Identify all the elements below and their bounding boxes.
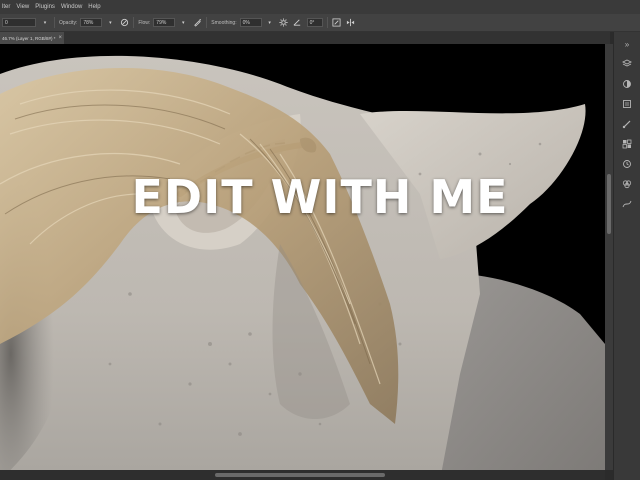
close-icon[interactable]: ×: [58, 35, 64, 41]
chevron-down-icon[interactable]: ▾: [265, 18, 275, 28]
smoothing-label: Smoothing:: [211, 19, 237, 26]
channels-icon[interactable]: [621, 178, 633, 190]
flow-value: 79%: [156, 19, 167, 26]
opacity-field[interactable]: 78%: [80, 18, 103, 27]
brush-icon[interactable]: [621, 118, 633, 130]
brush-size-field[interactable]: 0: [2, 18, 36, 27]
menu-item-help[interactable]: Help: [88, 4, 100, 10]
tool-options-bar: 0 ▾ Opacity: 78% ▾ Flow: 79% ▾ Smoothing…: [0, 14, 640, 32]
flow-control: Flow: 79% ▾: [138, 18, 188, 28]
properties-icon[interactable]: [621, 98, 633, 110]
horizontal-scrollbar[interactable]: [0, 470, 605, 480]
vertical-scrollbar[interactable]: [605, 44, 613, 470]
smoothing-control: Smoothing: 0% ▾: [211, 18, 274, 28]
divider: [206, 17, 208, 28]
smoothing-field[interactable]: 0%: [239, 18, 262, 27]
chevron-down-icon[interactable]: ▾: [105, 18, 115, 28]
horse-photo: [0, 44, 605, 480]
layers-icon[interactable]: [621, 58, 633, 70]
menu-item-view[interactable]: View: [16, 4, 29, 10]
smoothing-value: 0%: [242, 19, 250, 26]
paths-icon[interactable]: [621, 198, 633, 210]
chevron-down-icon[interactable]: ▾: [40, 18, 50, 28]
opacity-value: 78%: [83, 19, 94, 26]
collapse-panel-icon[interactable]: »: [621, 38, 633, 50]
menu-item-plugins[interactable]: Plugins: [35, 4, 55, 10]
menu-item-filter[interactable]: lter: [2, 4, 10, 10]
pressure-icon[interactable]: [119, 18, 129, 28]
document-tab-title: 46.7% (Layer 1, RGB/8#) *: [2, 35, 56, 41]
divider: [326, 17, 328, 28]
opacity-label: Opacity:: [59, 19, 78, 26]
divider: [133, 17, 135, 28]
flow-field[interactable]: 79%: [153, 18, 176, 27]
canvas-area[interactable]: [0, 44, 605, 480]
horizontal-scrollbar-thumb[interactable]: [215, 473, 385, 477]
vertical-scrollbar-thumb[interactable]: [607, 174, 611, 234]
brush-pressure-size-icon[interactable]: [332, 18, 342, 28]
document-tab[interactable]: 46.7% (Layer 1, RGB/8#) * ×: [0, 32, 64, 44]
swatches-icon[interactable]: [621, 138, 633, 150]
chevron-down-icon[interactable]: ▾: [178, 18, 188, 28]
overlay-title: EDIT WITH ME: [131, 170, 509, 224]
document-tab-bar: 46.7% (Layer 1, RGB/8#) * ×: [0, 32, 610, 44]
brush-size-value: 0: [5, 19, 8, 26]
gear-icon[interactable]: [279, 18, 289, 28]
opacity-control: Opacity: 78% ▾: [59, 18, 115, 28]
menu-item-window[interactable]: Window: [61, 4, 82, 10]
document-canvas[interactable]: [0, 44, 605, 480]
divider: [54, 17, 55, 28]
angle-field[interactable]: 0°: [306, 18, 323, 27]
angle-icon[interactable]: [293, 18, 303, 28]
history-icon[interactable]: [621, 158, 633, 170]
angle-value: 0°: [309, 19, 315, 26]
right-panel-strip: »: [613, 32, 640, 480]
flow-label: Flow:: [138, 19, 151, 26]
menu-bar: lter View Plugins Window Help: [0, 0, 640, 14]
airbrush-icon[interactable]: [192, 18, 202, 28]
adjustments-icon[interactable]: [621, 78, 633, 90]
symmetry-icon[interactable]: [346, 18, 356, 28]
